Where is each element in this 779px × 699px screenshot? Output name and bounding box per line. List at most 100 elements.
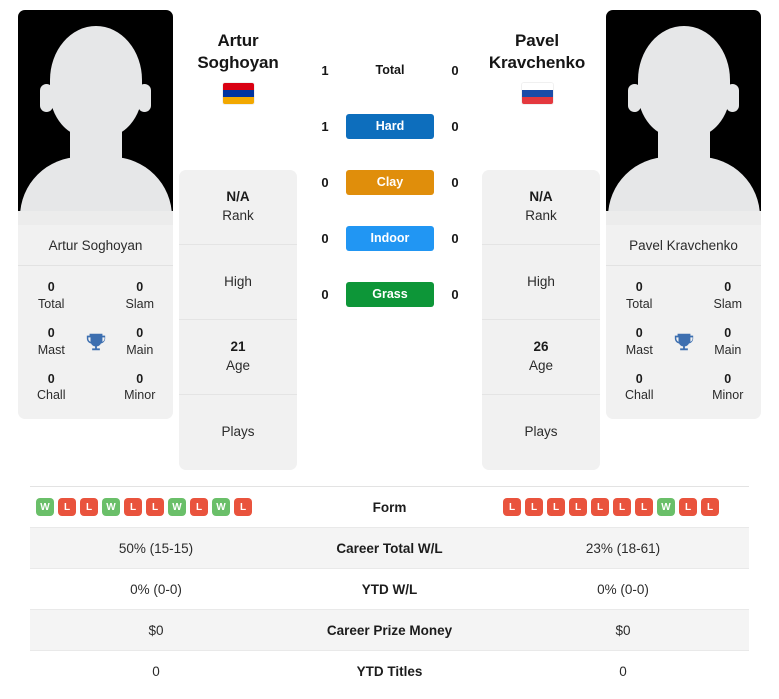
form-badge-loss[interactable]: L [613,498,631,516]
form-badge-loss[interactable]: L [679,498,697,516]
surface-label-grass[interactable]: Grass [346,281,434,307]
form-badge-loss[interactable]: L [525,498,543,516]
stat-value-right: $0 [615,622,631,638]
titles-minor-right: 0 Minor [701,366,756,410]
titles-grid-right: 0 Total 0 Slam 0 Mast 0 Main 0 Chall 0 M… [606,266,761,419]
titles-slam-left: 0 Slam [113,274,168,318]
info-plays-right: Plays [482,395,600,470]
table-row: $0 Career Prize Money $0 [30,610,749,651]
armenia-flag-icon [222,82,254,104]
rank-label: Rank [525,208,557,223]
stat-value-left: 0 [152,664,160,679]
photo-fade [606,211,761,225]
info-high-left: High [179,245,297,320]
form-badge-win[interactable]: W [168,498,186,516]
form-badge-loss[interactable]: L [190,498,208,516]
h2h-score-left: 0 [321,286,329,302]
titles-slam-value: 0 [724,280,732,294]
info-plays-left: Plays [179,395,297,470]
titles-main-right: 0 Main [701,320,756,364]
titles-main-left: 0 Main [113,320,168,364]
titles-minor-left: 0 Minor [113,366,168,410]
surface-label-indoor[interactable]: Indoor [346,225,434,251]
form-badge-loss[interactable]: L [58,498,76,516]
high-label: High [527,273,555,289]
titles-total-value: 0 [635,280,643,294]
flag-stripe-3 [222,96,254,104]
form-badge-loss[interactable]: L [146,498,164,516]
comparison-stats-table: WLLWLLWLWL Form LLLLLLLWLL 50% (15-15) Ca… [30,486,749,692]
surface-label-hard[interactable]: Hard [346,113,434,139]
rank-value: N/A [226,189,250,205]
player-info-right: N/A Rank High 26 Age Plays [482,170,600,470]
form-badge-win[interactable]: W [657,498,675,516]
titles-mast-left: 0 Mast [24,320,79,364]
player-card-right[interactable]: Pavel Kravchenko 0 Total 0 Slam 0 Mast 0 [606,10,761,420]
titles-mast-label: Mast [625,342,653,357]
player-card-left[interactable]: Artur Soghoyan 0 Total 0 Slam 0 Mast 0 M… [18,10,173,420]
h2h-row-hard: 1 Hard 0 [300,112,480,140]
form-badges-right: LLLLLLLWLL [497,498,749,516]
titles-chall-right: 0 Chall [612,366,667,410]
h2h-score-right: 0 [451,286,459,302]
form-badge-loss[interactable]: L [503,498,521,516]
head-to-head-surfaces: 1 Total 0 1 Hard 0 0 Clay 0 0 Indoor 0 0 Grass 0 [300,56,480,308]
form-badge-loss[interactable]: L [701,498,719,516]
info-high-right: High [482,245,600,320]
form-badge-loss[interactable]: L [124,498,142,516]
titles-mast-right: 0 Mast [612,320,667,364]
plays-label: Plays [221,424,255,440]
stat-label: Career Prize Money [326,622,453,638]
avatar-head [637,26,730,138]
form-badge-win[interactable]: W [102,498,120,516]
form-badges-left: WLLWLLWLWL [30,498,282,516]
age-label: Age [528,358,554,373]
titles-mast-value: 0 [635,325,643,340]
titles-total-left: 0 Total [24,274,79,318]
form-badge-loss[interactable]: L [635,498,653,516]
table-row: 50% (15-15) Career Total W/L 23% (18-61) [30,528,749,569]
player-photo-right [606,10,761,225]
rank-label: Rank [222,208,254,223]
player-name-right: Pavel Kravchenko [606,225,761,266]
stat-value-left: 50% (15-15) [118,540,194,556]
titles-slam-label: Slam [125,296,154,311]
stat-label: Career Total W/L [336,540,443,556]
h2h-row-grass: 0 Grass 0 [300,280,480,308]
rank-value: N/A [529,189,553,205]
h2h-score-right: 0 [451,118,459,134]
h2h-row-indoor: 0 Indoor 0 [300,224,480,252]
form-badge-loss[interactable]: L [80,498,98,516]
high-label: High [224,273,252,289]
player-first-name-right: Pavel [515,31,559,50]
form-badge-loss[interactable]: L [569,498,587,516]
trophy-icon [667,331,701,353]
titles-mast-value: 0 [47,325,55,340]
titles-chall-label: Chall [625,388,654,403]
player-header-left[interactable]: Artur Soghoyan [179,30,297,104]
form-badge-win[interactable]: W [212,498,230,516]
stat-value-left: 0% (0-0) [130,581,182,597]
surface-label-total: Total [375,62,405,77]
info-rank-left: N/A Rank [179,170,297,245]
avatar-ear-left [40,84,53,112]
stats-rows: 50% (15-15) Career Total W/L 23% (18-61) 0%… [30,528,749,692]
flag-stripe-1 [222,82,254,90]
titles-total-value: 0 [47,280,55,294]
titles-minor-label: Minor [712,388,744,403]
form-badge-loss[interactable]: L [234,498,252,516]
titles-chall-label: Chall [37,388,66,403]
flag-stripe-2 [521,89,553,97]
h2h-score-right: 0 [451,230,459,246]
titles-main-value: 0 [136,325,144,340]
form-badge-loss[interactable]: L [547,498,565,516]
form-badge-loss[interactable]: L [591,498,609,516]
titles-total-label: Total [38,296,65,311]
surface-label-clay[interactable]: Clay [346,169,434,195]
form-badge-win[interactable]: W [36,498,54,516]
titles-minor-value: 0 [136,371,144,386]
stat-value-right: 0 [619,664,627,679]
player-header-right[interactable]: Pavel Kravchenko [478,30,596,104]
russia-flag-icon [521,82,553,104]
player-photo-left [18,10,173,225]
